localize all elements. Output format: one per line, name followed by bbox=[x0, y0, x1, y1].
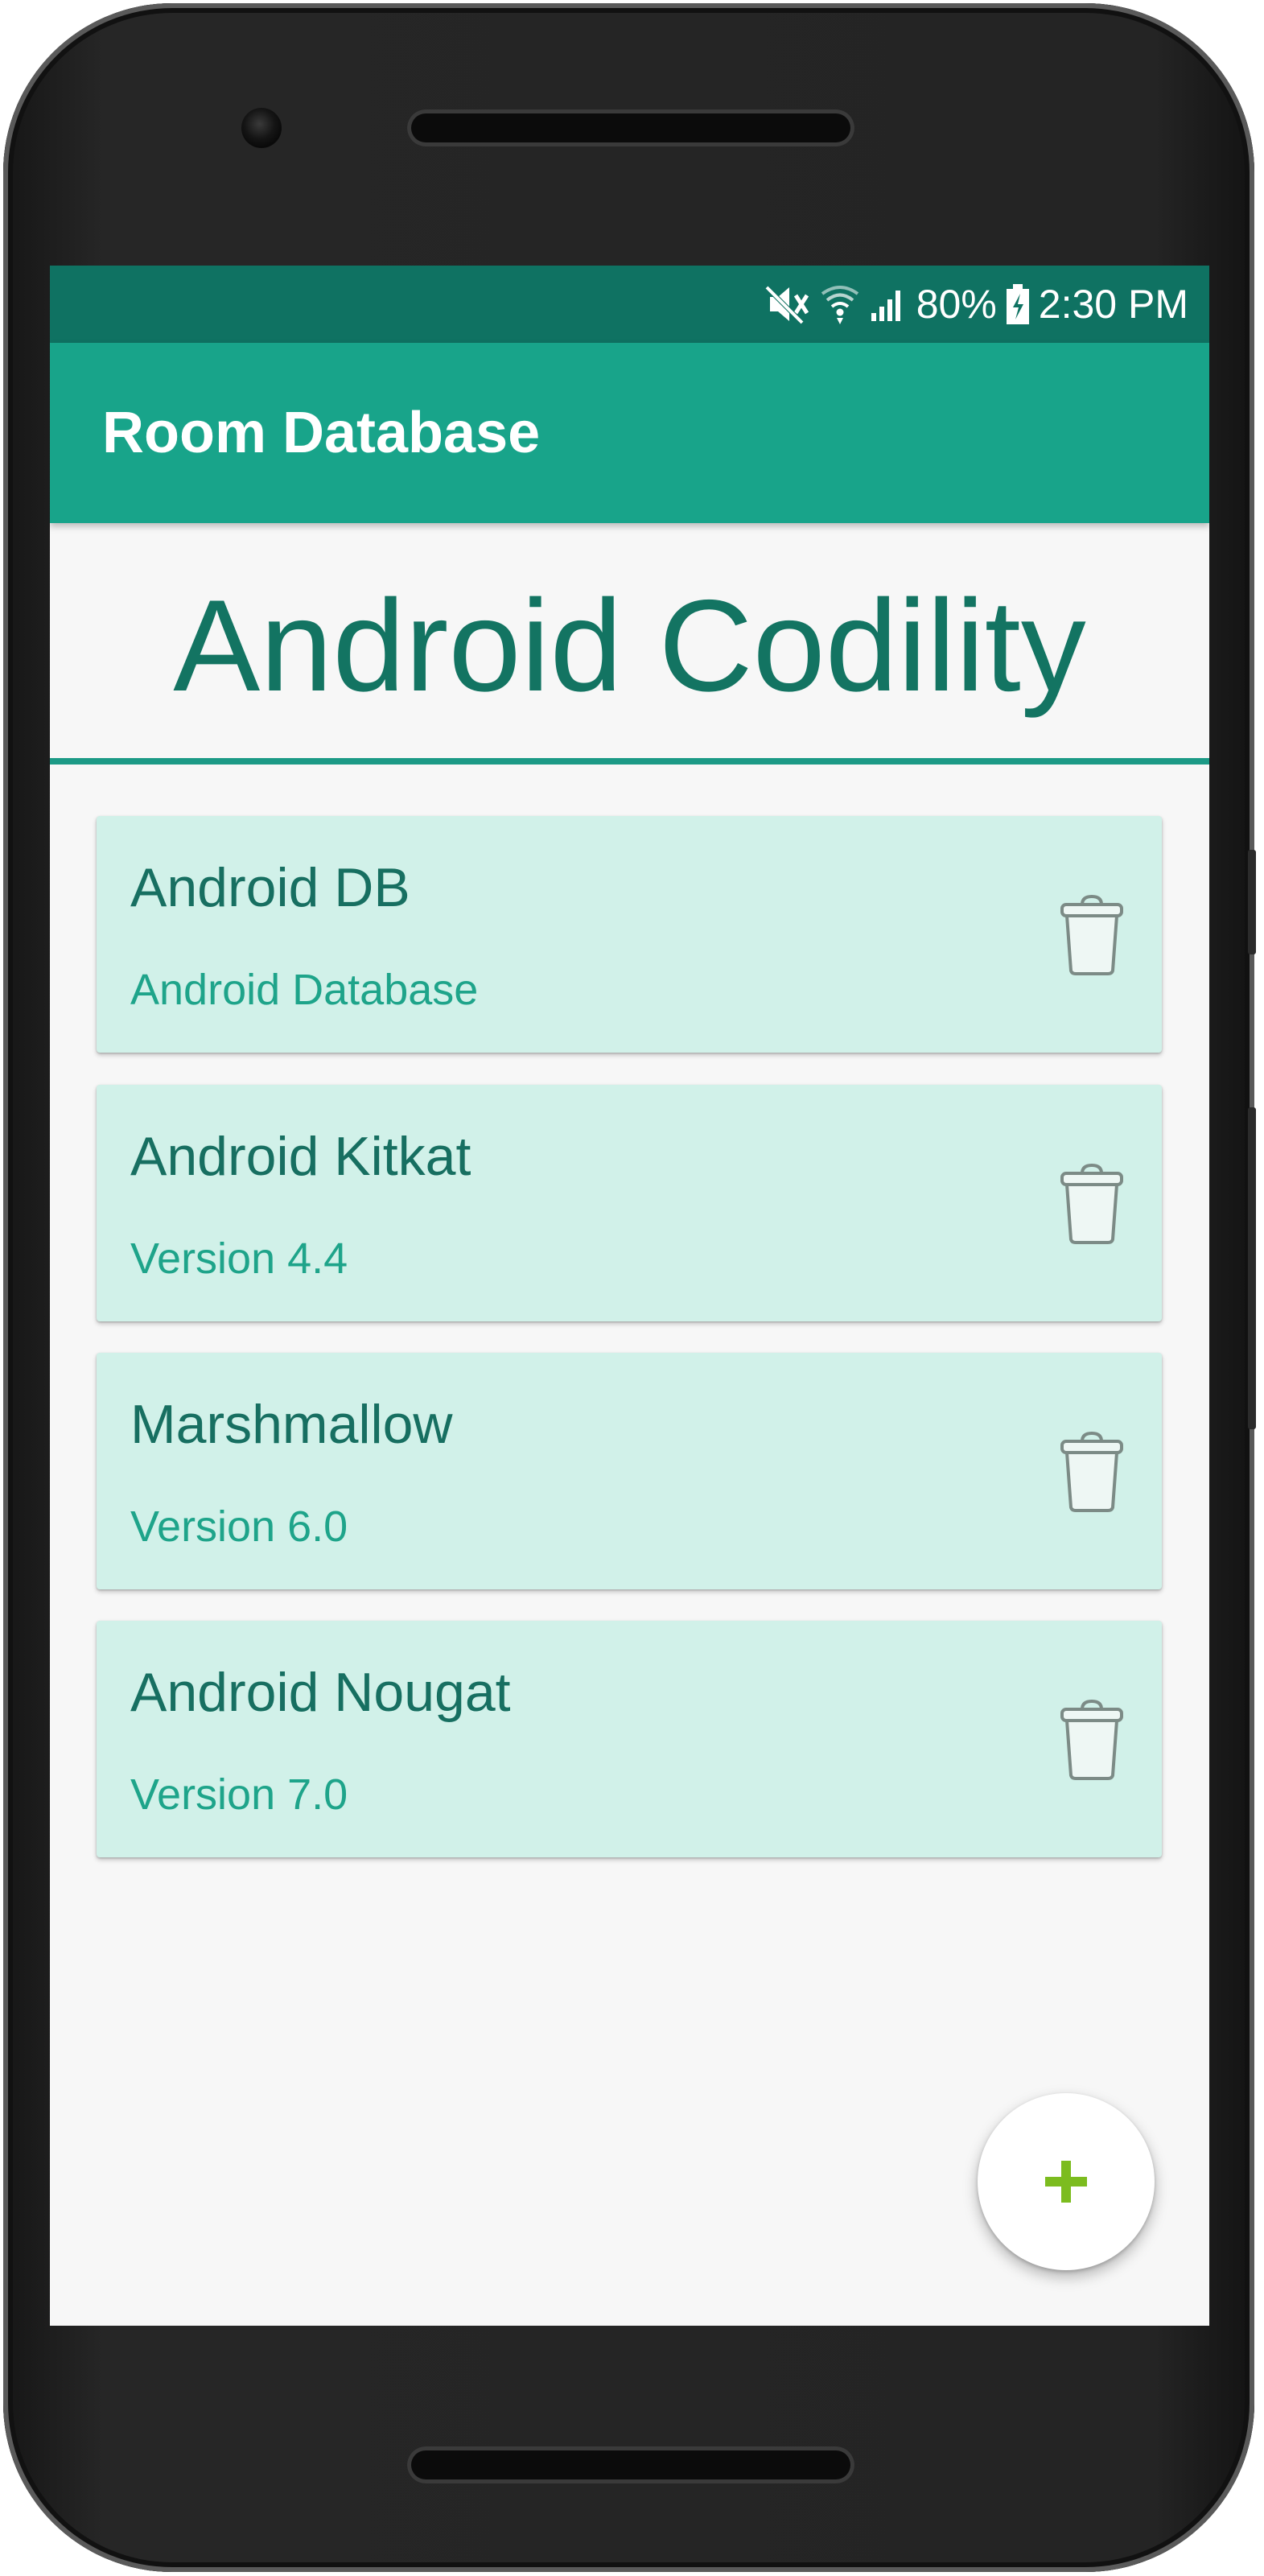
screen: 80% 2:30 PM Room Database Android Codili… bbox=[50, 266, 1209, 2326]
trash-icon[interactable] bbox=[1057, 1430, 1126, 1514]
mute-vibrate-icon bbox=[764, 280, 812, 328]
trash-icon[interactable] bbox=[1057, 1162, 1126, 1246]
item-subtitle: Android Database bbox=[130, 966, 479, 1014]
item-subtitle: Version 7.0 bbox=[130, 1770, 348, 1819]
battery-percent: 80% bbox=[916, 282, 997, 327]
item-subtitle: Version 4.4 bbox=[130, 1234, 348, 1283]
header-divider bbox=[50, 758, 1209, 765]
top-speaker bbox=[407, 109, 854, 146]
plus-icon bbox=[1045, 2161, 1087, 2203]
wifi-icon bbox=[820, 280, 860, 328]
app-title: Room Database bbox=[102, 401, 541, 465]
trash-icon[interactable] bbox=[1057, 1698, 1126, 1782]
item-title: Android DB bbox=[130, 857, 410, 918]
list-item[interactable]: Android Nougat Version 7.0 bbox=[97, 1621, 1162, 1857]
signal-icon bbox=[868, 280, 908, 328]
list-item[interactable]: Android DB Android Database bbox=[97, 816, 1162, 1053]
app-bar: Room Database bbox=[50, 343, 1209, 523]
front-camera bbox=[241, 108, 282, 148]
battery-charging-icon bbox=[1005, 280, 1031, 328]
bottom-speaker bbox=[407, 2446, 854, 2483]
side-button-lower bbox=[1248, 1107, 1256, 1429]
item-title: Android Nougat bbox=[130, 1662, 511, 1723]
status-bar: 80% 2:30 PM bbox=[50, 266, 1209, 343]
side-button-upper bbox=[1248, 850, 1256, 954]
item-title: Android Kitkat bbox=[130, 1126, 471, 1187]
add-item-fab[interactable] bbox=[978, 2093, 1155, 2270]
clock: 2:30 PM bbox=[1038, 282, 1188, 327]
trash-icon[interactable] bbox=[1057, 893, 1126, 977]
item-subtitle: Version 6.0 bbox=[130, 1502, 348, 1551]
list-item[interactable]: Marshmallow Version 6.0 bbox=[97, 1353, 1162, 1589]
item-title: Marshmallow bbox=[130, 1394, 453, 1455]
list-item[interactable]: Android Kitkat Version 4.4 bbox=[97, 1085, 1162, 1321]
page-title: Android Codility bbox=[173, 573, 1086, 719]
